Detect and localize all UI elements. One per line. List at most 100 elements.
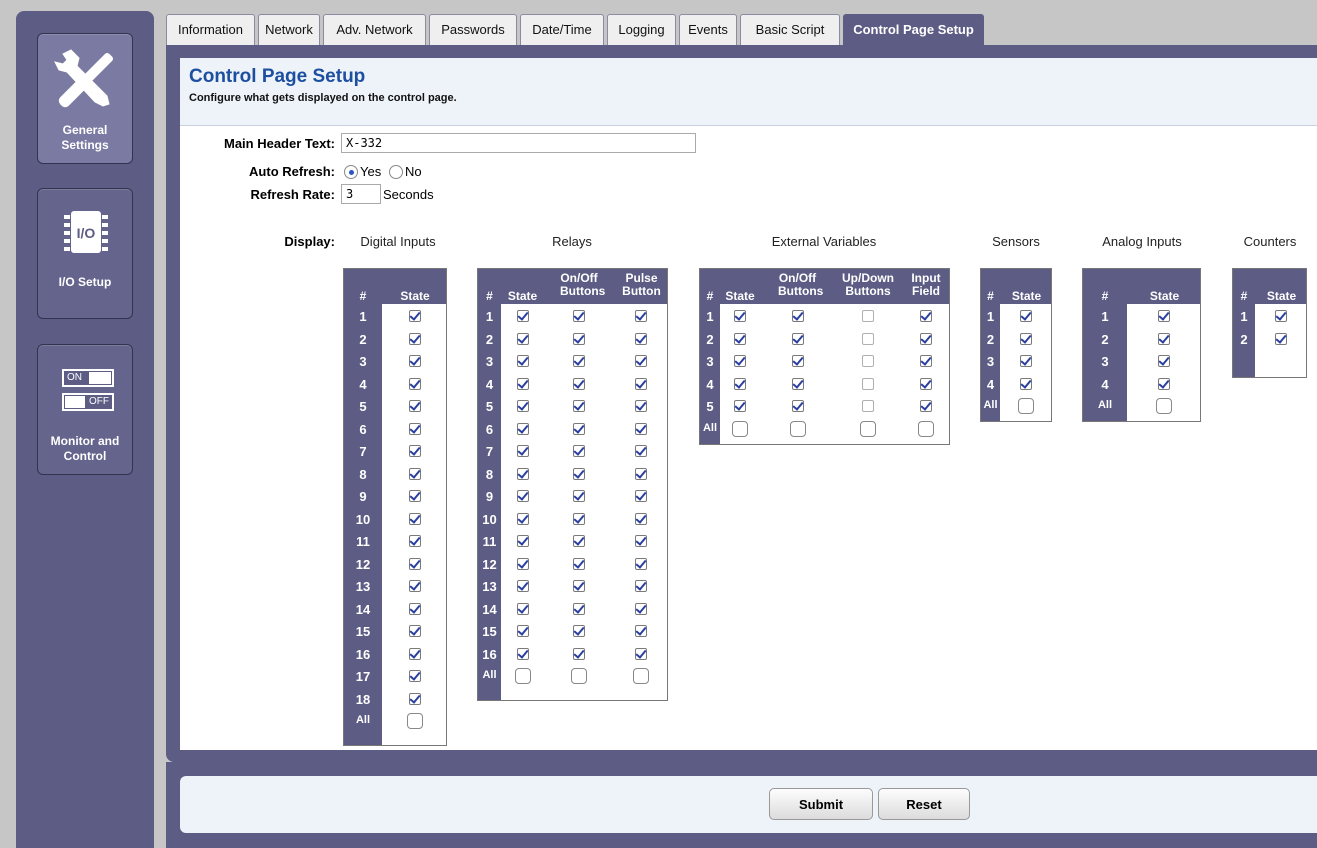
- display-checkbox[interactable]: [635, 647, 647, 660]
- display-checkbox[interactable]: [1020, 332, 1032, 345]
- display-checkbox[interactable]: [573, 400, 585, 412]
- display-checkbox[interactable]: [409, 445, 421, 457]
- display-checkbox[interactable]: [1275, 332, 1287, 345]
- display-checkbox[interactable]: [635, 355, 647, 367]
- select-all-checkbox[interactable]: [1018, 398, 1034, 414]
- display-checkbox[interactable]: [573, 647, 585, 660]
- tab-adv-network[interactable]: Adv. Network: [323, 14, 426, 45]
- display-checkbox[interactable]: [635, 512, 647, 525]
- display-checkbox[interactable]: [792, 332, 804, 345]
- display-checkbox[interactable]: [635, 557, 647, 570]
- display-checkbox[interactable]: [573, 467, 585, 480]
- display-checkbox[interactable]: [1158, 332, 1170, 345]
- select-all-checkbox[interactable]: [732, 420, 748, 437]
- display-checkbox[interactable]: [920, 377, 932, 390]
- display-checkbox[interactable]: [573, 377, 585, 390]
- display-checkbox[interactable]: [573, 535, 585, 547]
- display-checkbox[interactable]: [517, 377, 529, 390]
- display-checkbox[interactable]: [573, 355, 585, 367]
- display-checkbox[interactable]: [862, 332, 874, 345]
- select-all-checkbox[interactable]: [860, 420, 876, 437]
- display-checkbox[interactable]: [517, 467, 529, 480]
- display-checkbox[interactable]: [573, 625, 585, 637]
- select-all-checkbox[interactable]: [407, 713, 423, 729]
- display-checkbox[interactable]: [1275, 310, 1287, 322]
- display-checkbox[interactable]: [517, 602, 529, 615]
- display-checkbox[interactable]: [409, 580, 421, 592]
- display-checkbox[interactable]: [734, 377, 746, 390]
- display-checkbox[interactable]: [1158, 377, 1170, 390]
- display-checkbox[interactable]: [635, 602, 647, 615]
- sidebar-item-general-settings[interactable]: General Settings: [37, 33, 133, 164]
- display-checkbox[interactable]: [792, 310, 804, 322]
- display-checkbox[interactable]: [573, 557, 585, 570]
- display-checkbox[interactable]: [635, 377, 647, 390]
- display-checkbox[interactable]: [409, 310, 421, 322]
- display-checkbox[interactable]: [517, 557, 529, 570]
- display-checkbox[interactable]: [792, 377, 804, 390]
- display-checkbox[interactable]: [573, 332, 585, 345]
- display-checkbox[interactable]: [517, 332, 529, 345]
- display-checkbox[interactable]: [409, 557, 421, 570]
- display-checkbox[interactable]: [573, 422, 585, 435]
- display-checkbox[interactable]: [409, 355, 421, 367]
- display-checkbox[interactable]: [517, 512, 529, 525]
- display-checkbox[interactable]: [1158, 355, 1170, 367]
- display-checkbox[interactable]: [635, 467, 647, 480]
- display-checkbox[interactable]: [635, 332, 647, 345]
- display-checkbox[interactable]: [573, 580, 585, 592]
- select-all-checkbox[interactable]: [918, 420, 934, 437]
- display-checkbox[interactable]: [635, 625, 647, 637]
- select-all-checkbox[interactable]: [515, 668, 531, 684]
- display-checkbox[interactable]: [573, 310, 585, 322]
- display-checkbox[interactable]: [517, 625, 529, 637]
- tab-basic-script[interactable]: Basic Script: [740, 14, 840, 45]
- display-checkbox[interactable]: [409, 422, 421, 435]
- display-checkbox[interactable]: [920, 400, 932, 412]
- display-checkbox[interactable]: [517, 490, 529, 502]
- submit-button[interactable]: Submit: [769, 788, 873, 820]
- display-checkbox[interactable]: [635, 445, 647, 457]
- display-checkbox[interactable]: [792, 355, 804, 367]
- tab-network[interactable]: Network: [258, 14, 320, 45]
- select-all-checkbox[interactable]: [1156, 398, 1172, 414]
- display-checkbox[interactable]: [409, 625, 421, 637]
- display-checkbox[interactable]: [409, 400, 421, 412]
- display-checkbox[interactable]: [635, 490, 647, 502]
- display-checkbox[interactable]: [409, 467, 421, 480]
- display-checkbox[interactable]: [635, 400, 647, 412]
- main-header-input[interactable]: [341, 133, 696, 153]
- auto-refresh-no-radio[interactable]: [389, 165, 403, 179]
- display-checkbox[interactable]: [734, 400, 746, 412]
- display-checkbox[interactable]: [1158, 310, 1170, 322]
- select-all-checkbox[interactable]: [571, 668, 587, 684]
- display-checkbox[interactable]: [920, 310, 932, 322]
- display-checkbox[interactable]: [517, 400, 529, 412]
- auto-refresh-yes-radio[interactable]: [344, 165, 358, 179]
- display-checkbox[interactable]: [517, 445, 529, 457]
- display-checkbox[interactable]: [517, 310, 529, 322]
- display-checkbox[interactable]: [1020, 310, 1032, 322]
- sidebar-item-io-setup[interactable]: I/O I/O Setup: [37, 188, 133, 319]
- select-all-checkbox[interactable]: [633, 668, 649, 684]
- display-checkbox[interactable]: [409, 490, 421, 502]
- display-checkbox[interactable]: [517, 535, 529, 547]
- select-all-checkbox[interactable]: [790, 420, 806, 437]
- tab-date-time[interactable]: Date/Time: [520, 14, 604, 45]
- tab-information[interactable]: Information: [166, 14, 255, 45]
- display-checkbox[interactable]: [517, 355, 529, 367]
- display-checkbox[interactable]: [1020, 377, 1032, 390]
- display-checkbox[interactable]: [573, 512, 585, 525]
- display-checkbox[interactable]: [862, 377, 874, 390]
- display-checkbox[interactable]: [409, 512, 421, 525]
- tab-passwords[interactable]: Passwords: [429, 14, 517, 45]
- display-checkbox[interactable]: [920, 355, 932, 367]
- tab-logging[interactable]: Logging: [607, 14, 676, 45]
- display-checkbox[interactable]: [734, 355, 746, 367]
- display-checkbox[interactable]: [862, 355, 874, 367]
- display-checkbox[interactable]: [862, 310, 874, 322]
- tab-control-page-setup[interactable]: Control Page Setup: [843, 14, 984, 45]
- display-checkbox[interactable]: [635, 422, 647, 435]
- display-checkbox[interactable]: [409, 670, 421, 682]
- display-checkbox[interactable]: [792, 400, 804, 412]
